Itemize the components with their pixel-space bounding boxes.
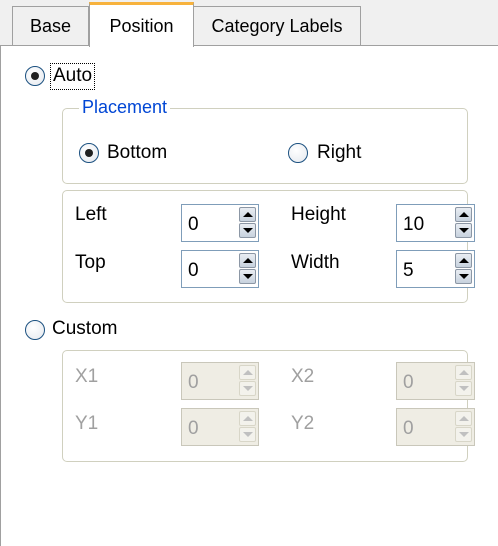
x2-decrement-button bbox=[455, 381, 472, 396]
tab-category-labels[interactable]: Category Labels bbox=[193, 6, 361, 45]
right-label[interactable]: Right bbox=[317, 142, 361, 164]
chevron-down-icon bbox=[242, 386, 253, 391]
chevron-down-icon bbox=[458, 432, 469, 437]
width-spinbox[interactable]: 5 bbox=[396, 250, 475, 288]
left-label: Left bbox=[75, 204, 107, 225]
custom-label[interactable]: Custom bbox=[52, 318, 117, 340]
x2-value: 0 bbox=[403, 372, 414, 393]
y2-value: 0 bbox=[403, 418, 414, 439]
tab-position-label: Position bbox=[109, 15, 174, 36]
y2-increment-button bbox=[455, 411, 472, 426]
tab-base-label: Base bbox=[29, 15, 72, 36]
bottom-label[interactable]: Bottom bbox=[107, 142, 167, 164]
tab-divider bbox=[0, 45, 498, 46]
chevron-down-icon bbox=[242, 274, 253, 279]
chevron-down-icon bbox=[242, 228, 253, 233]
tab-category-labels-label: Category Labels bbox=[211, 15, 343, 36]
chevron-up-icon bbox=[458, 416, 469, 421]
chevron-down-icon bbox=[458, 274, 469, 279]
y1-value: 0 bbox=[188, 418, 199, 439]
x2-label: X2 bbox=[291, 366, 315, 387]
height-label: Height bbox=[291, 204, 346, 225]
x1-label: X1 bbox=[75, 366, 99, 387]
y2-label: Y2 bbox=[291, 413, 315, 434]
y1-label: Y1 bbox=[75, 413, 99, 434]
chevron-up-icon bbox=[458, 370, 469, 375]
right-radio[interactable] bbox=[288, 143, 308, 163]
x1-value: 0 bbox=[188, 372, 199, 393]
height-value[interactable]: 10 bbox=[403, 214, 424, 236]
x2-spinbox: 0 bbox=[396, 362, 475, 400]
tab-base[interactable]: Base bbox=[12, 6, 89, 45]
x1-increment-button bbox=[239, 365, 256, 380]
left-value[interactable]: 0 bbox=[188, 214, 199, 236]
tab-position[interactable]: Position bbox=[89, 2, 194, 47]
chevron-up-icon bbox=[242, 258, 253, 263]
width-increment-button[interactable] bbox=[455, 253, 472, 268]
top-spinbox[interactable]: 0 bbox=[181, 250, 259, 288]
top-label: Top bbox=[75, 252, 106, 273]
top-increment-button[interactable] bbox=[239, 253, 256, 268]
chevron-up-icon bbox=[242, 370, 253, 375]
chevron-up-icon bbox=[458, 258, 469, 263]
y2-spinbox: 0 bbox=[396, 408, 475, 446]
y1-spinbox: 0 bbox=[181, 408, 259, 446]
left-decrement-button[interactable] bbox=[239, 223, 256, 238]
top-decrement-button[interactable] bbox=[239, 269, 256, 284]
left-increment-button[interactable] bbox=[239, 207, 256, 222]
bottom-radio-dot bbox=[85, 149, 93, 157]
y1-increment-button bbox=[239, 411, 256, 426]
width-value[interactable]: 5 bbox=[403, 260, 414, 282]
auto-radio[interactable] bbox=[25, 66, 45, 86]
chevron-up-icon bbox=[242, 416, 253, 421]
tab-strip: Base Category Labels bbox=[0, 0, 498, 46]
chevron-down-icon bbox=[242, 432, 253, 437]
chevron-down-icon bbox=[458, 386, 469, 391]
x2-increment-button bbox=[455, 365, 472, 380]
y2-decrement-button bbox=[455, 427, 472, 442]
left-spinbox[interactable]: 0 bbox=[181, 204, 259, 242]
chevron-down-icon bbox=[458, 228, 469, 233]
height-spinbox[interactable]: 10 bbox=[396, 204, 475, 242]
top-value[interactable]: 0 bbox=[188, 260, 199, 282]
chevron-up-icon bbox=[458, 212, 469, 217]
auto-radio-dot bbox=[31, 72, 39, 80]
width-label: Width bbox=[291, 252, 340, 273]
width-decrement-button[interactable] bbox=[455, 269, 472, 284]
height-decrement-button[interactable] bbox=[455, 223, 472, 238]
chevron-up-icon bbox=[242, 212, 253, 217]
auto-label[interactable]: Auto bbox=[53, 65, 92, 87]
placement-legend: Placement bbox=[79, 97, 171, 118]
x1-decrement-button bbox=[239, 381, 256, 396]
y1-decrement-button bbox=[239, 427, 256, 442]
bottom-radio[interactable] bbox=[79, 143, 99, 163]
height-increment-button[interactable] bbox=[455, 207, 472, 222]
custom-radio[interactable] bbox=[25, 320, 45, 340]
x1-spinbox: 0 bbox=[181, 362, 259, 400]
